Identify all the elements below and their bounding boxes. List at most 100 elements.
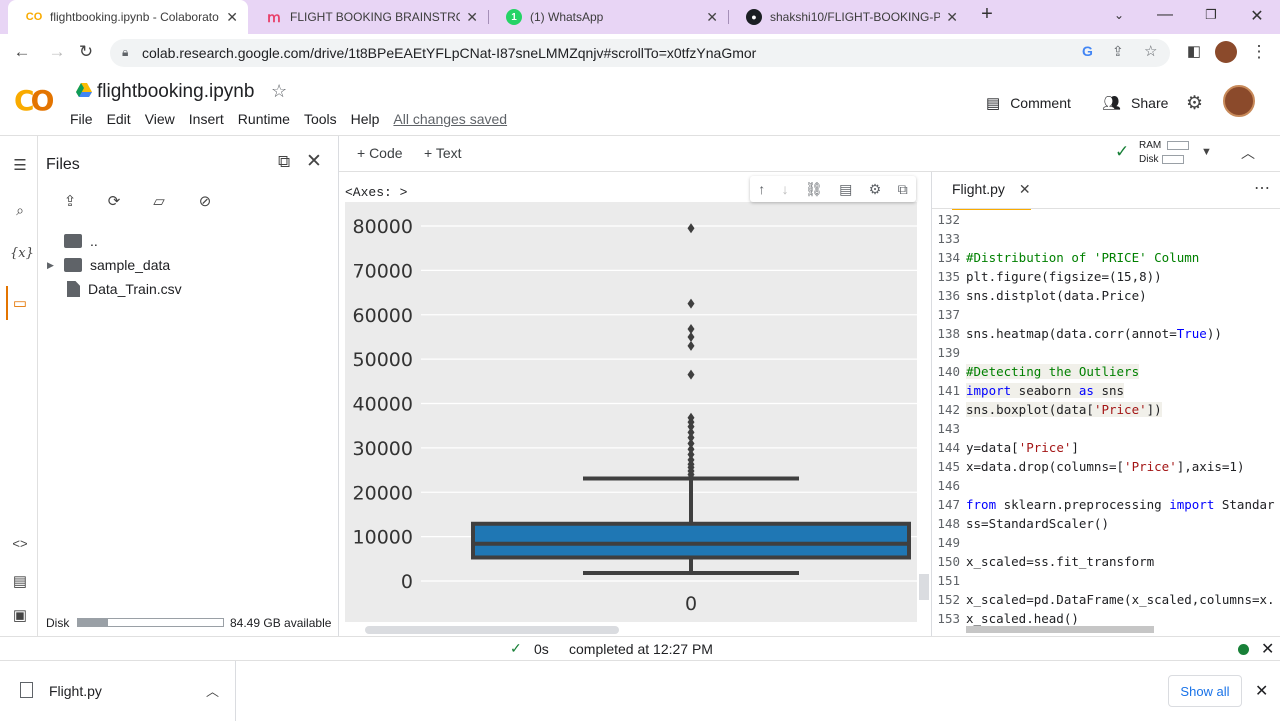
move-up-icon[interactable]: ↑ [758,181,765,197]
notebook-title[interactable]: flightbooking.ipynb [97,81,254,103]
editor-tab[interactable]: Flight.py ✕ [952,181,1031,210]
address-bar[interactable]: 🔒︎ colab.research.google.com/drive/1t8BP… [110,39,1170,67]
close-icon[interactable]: ✕ [226,9,238,26]
upload-file-icon[interactable]: ⇪ [58,192,82,214]
link-icon[interactable]: ⛓ [805,181,823,198]
resources-indicator[interactable]: RAM Disk [1139,139,1190,167]
browser-tab-strip: CO flightbooking.ipynb - Colaborato ✕ ⅿ … [0,0,1280,34]
code-text: sns.distplot(data.Price) [966,288,1147,303]
menu-edit[interactable]: Edit [107,111,131,127]
bookmark-star-icon[interactable]: ☆ [1144,42,1157,60]
new-tab-button[interactable]: + [972,3,1002,26]
code-line: 142 sns.boxplot(data['Price']) [932,402,1280,421]
close-shelf-icon[interactable]: ✕ [1255,681,1268,701]
share-button[interactable]: 👥︎ Share [1102,94,1168,112]
code-line: 132 [932,212,1280,231]
mount-drive-icon[interactable]: ▱ [147,192,171,214]
menu-help[interactable]: Help [351,111,380,127]
tab-colab[interactable]: CO flightbooking.ipynb - Colaborato ✕ [8,0,248,34]
close-panel-icon[interactable]: ✕ [306,150,322,173]
line-number: 144 [937,440,960,455]
close-icon[interactable]: ✕ [946,9,958,26]
boxplot-chart: 0 10000 20000 30000 40000 50000 60000 70000 8000… [345,202,917,622]
profile-avatar[interactable] [1215,41,1237,63]
tab-whatsapp[interactable]: 1 (1) WhatsApp ✕ [488,0,728,34]
code-snippets-icon[interactable]: <> [10,536,30,551]
terminal-icon[interactable]: ▣ [10,606,30,624]
search-icon[interactable]: ⌕ [10,202,30,219]
menu-file[interactable]: File [70,111,93,127]
file-row-up[interactable]: .. [64,233,98,249]
tab-label: shakshi10/FLIGHT-BOOKING-PR [770,10,940,24]
settings-gear-icon[interactable]: ⚙ [1186,92,1203,115]
close-icon[interactable]: ✕ [1261,639,1274,659]
cell-toolbar: + Code + Text ✓ RAM Disk ▼ ︿ [339,136,1280,172]
code-line: 143 [932,421,1280,440]
minimize-button[interactable]: — [1150,6,1180,24]
code-line: 141 import seaborn as sns [932,383,1280,402]
hide-files-icon[interactable]: ⊘ [193,192,217,214]
chevron-up-icon[interactable]: ︿ [206,681,219,700]
line-number: 133 [937,231,960,246]
back-button[interactable]: ← [11,42,33,62]
completion-status: completed at 12:27 PM [569,641,713,657]
add-code-button[interactable]: + Code [357,145,403,161]
menu-insert[interactable]: Insert [189,111,224,127]
download-item[interactable]: Flight.py ︿ [0,661,236,721]
browser-toolbar: ← → ↻ 🔒︎ colab.research.google.com/drive… [0,34,1280,70]
tab-brainstrom[interactable]: ⅿ FLIGHT BOOKING BRAINSTROM ✕ [248,0,488,34]
tab-search-button[interactable]: ⌄ [1104,8,1134,22]
refresh-folder-icon[interactable]: ⟳ [102,192,126,214]
comment-icon: ▤ [986,95,1001,112]
show-all-button[interactable]: Show all [1168,675,1242,707]
left-rail: ☰ ⌕ {x} ▭ <> ▤ ▣ [0,136,38,636]
user-avatar[interactable] [1223,85,1255,117]
code-text: #Detecting the Outliers [966,364,1140,379]
table-of-contents-icon[interactable]: ☰ [10,156,30,174]
star-icon[interactable]: ☆ [271,81,287,102]
y-tick-label: 60000 [353,305,413,327]
variables-icon[interactable]: {x} [10,246,34,261]
cell-settings-icon[interactable]: ⚙ [869,181,882,198]
collapse-header-icon[interactable]: ︿ [1241,143,1255,163]
close-icon[interactable]: ✕ [1019,181,1031,197]
side-panel-icon[interactable]: ◧ [1183,42,1205,60]
close-icon[interactable]: ✕ [706,9,718,26]
restore-button[interactable]: ❐ [1196,7,1226,23]
files-folder-icon[interactable]: ▭ [10,294,30,312]
colab-logo[interactable]: CO [14,84,54,117]
move-down-icon[interactable]: ↓ [782,181,789,197]
tab-github[interactable]: ● shakshi10/FLIGHT-BOOKING-PR ✕ [728,0,968,34]
url-text: colab.research.google.com/drive/1t8BPeEA… [142,45,757,61]
y-tick-label: 50000 [353,349,413,371]
google-icon[interactable]: G [1082,43,1093,59]
mirror-cell-icon[interactable]: ⧉ [898,181,908,198]
expand-arrow-icon[interactable]: ▶ [47,260,54,271]
editor-hscrollbar[interactable] [966,626,1154,633]
file-row-data-train[interactable]: Data_Train.csv [64,281,182,297]
horizontal-scrollbar[interactable] [365,626,619,634]
window-close-button[interactable]: ✕ [1242,6,1272,26]
close-icon[interactable]: ✕ [466,9,478,26]
save-status[interactable]: All changes saved [393,111,507,127]
menu-bar: File Edit View Insert Runtime Tools Help… [70,111,521,127]
browser-menu-icon[interactable]: ⋮ [1248,42,1270,62]
file-row-sample-data[interactable]: sample_data [64,257,170,273]
share-page-icon[interactable]: ⇪ [1112,43,1124,60]
menu-runtime[interactable]: Runtime [238,111,290,127]
menu-view[interactable]: View [145,111,175,127]
comment-cell-icon[interactable]: ▤ [839,181,852,198]
vertical-scrollbar[interactable] [919,574,929,600]
file-editor-panel: Flight.py ✕ ⋯ 132 133 134 #Distribution of … [931,172,1280,636]
runtime-dropdown-icon[interactable]: ▼ [1201,146,1212,158]
code-line: 133 [932,231,1280,250]
forward-button[interactable]: → [46,42,68,62]
reload-button[interactable]: ↻ [75,42,97,62]
add-text-button[interactable]: + Text [424,145,462,161]
open-in-tab-icon[interactable]: ⧉ [278,152,290,172]
menu-tools[interactable]: Tools [304,111,337,127]
more-options-icon[interactable]: ⋯ [1254,178,1270,198]
code-line: 138 sns.heatmap(data.corr(annot=True)) [932,326,1280,345]
comment-button[interactable]: ▤ Comment [986,94,1071,112]
command-palette-icon[interactable]: ▤ [10,572,30,590]
